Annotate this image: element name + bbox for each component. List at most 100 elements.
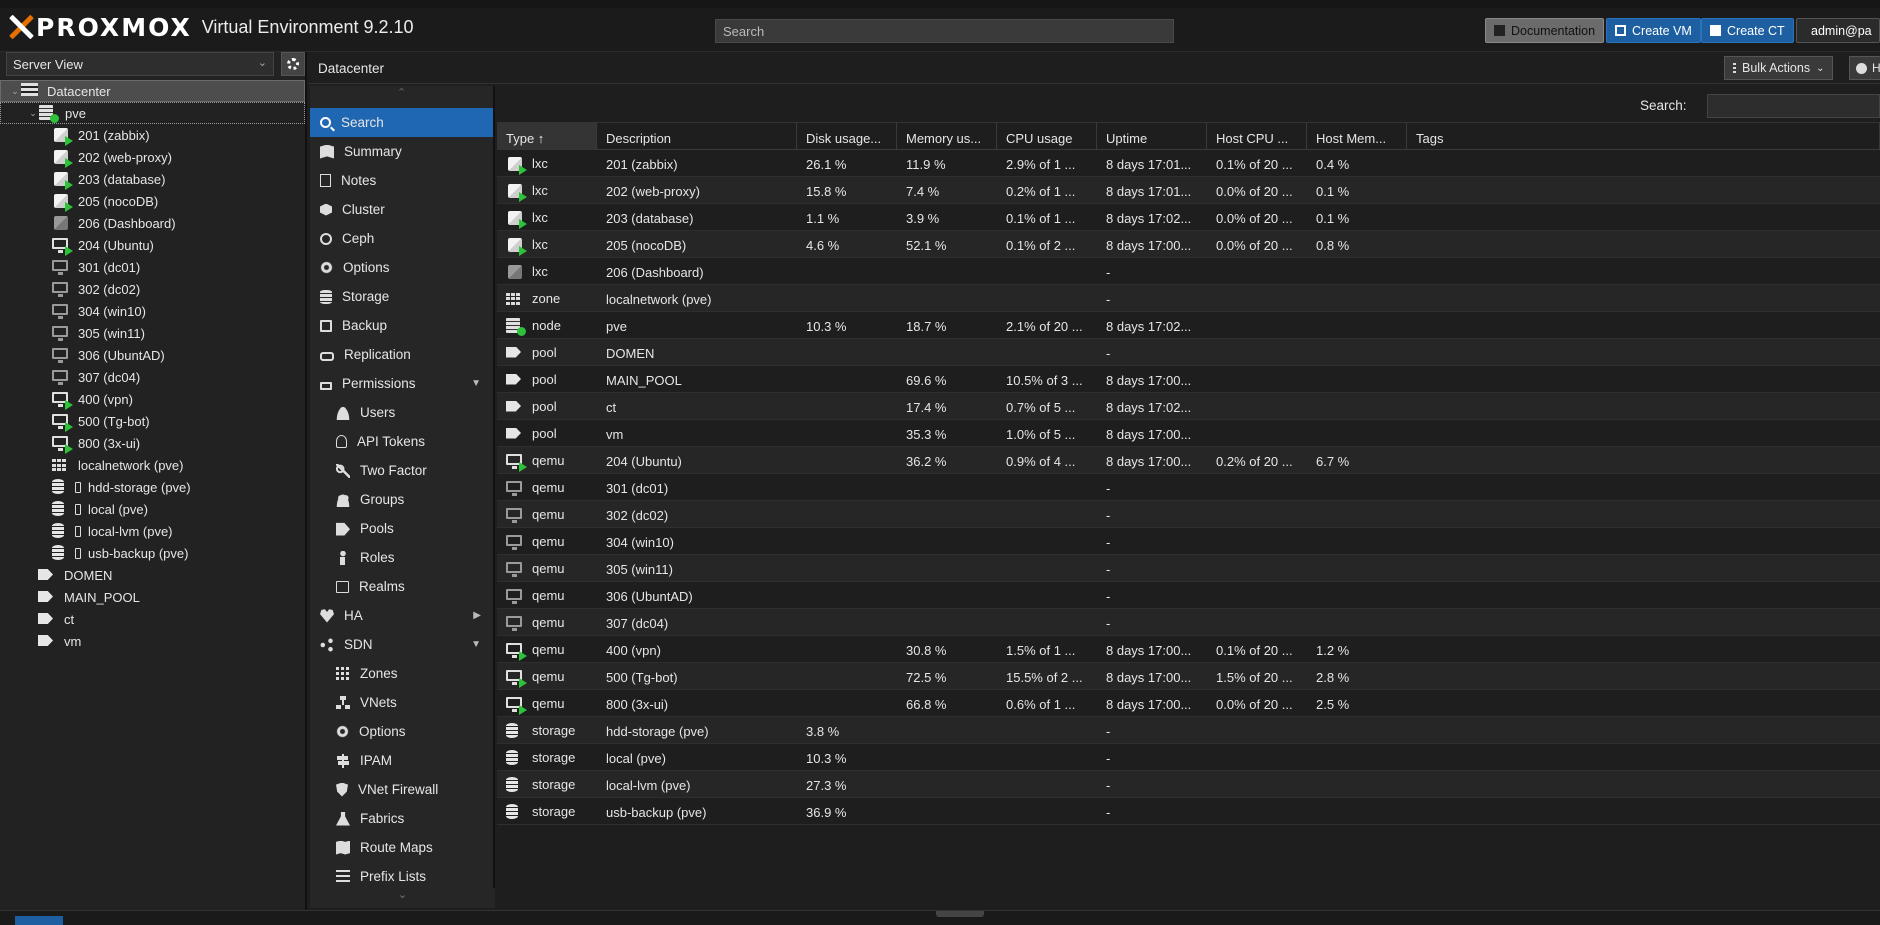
- table-row[interactable]: pool vm 35.3 % 1.0% of 5 ... 8 days 17:00...: [497, 420, 1880, 447]
- tree-item[interactable]: ⌄ Datacenter: [0, 80, 305, 102]
- tree-item[interactable]: local-lvm (pve): [0, 520, 305, 542]
- create-vm-button[interactable]: Create VM: [1606, 18, 1701, 43]
- tree-item[interactable]: hdd-storage (pve): [0, 476, 305, 498]
- nav-item-fabrics[interactable]: Fabrics: [310, 804, 493, 833]
- caret-right-icon[interactable]: ▶: [473, 610, 481, 621]
- table-row[interactable]: storage local-lvm (pve) 27.3 % -: [497, 771, 1880, 798]
- tree-item[interactable]: 202 (web-proxy): [0, 146, 305, 168]
- tree-item[interactable]: usb-backup (pve): [0, 542, 305, 564]
- table-row[interactable]: qemu 301 (dc01) -: [497, 474, 1880, 501]
- table-row[interactable]: qemu 302 (dc02) -: [497, 501, 1880, 528]
- nav-item-cluster[interactable]: Cluster: [310, 195, 493, 224]
- tree-item[interactable]: vm: [0, 630, 305, 652]
- tree-item[interactable]: DOMEN: [0, 564, 305, 586]
- nav-item-route-maps[interactable]: Route Maps: [310, 833, 493, 862]
- view-selector[interactable]: Server View ⌄: [6, 52, 274, 76]
- grid-search-input[interactable]: [1707, 94, 1880, 118]
- tree-item[interactable]: 306 (UbuntAD): [0, 344, 305, 366]
- tree-item[interactable]: 205 (nocoDB): [0, 190, 305, 212]
- column-header[interactable]: CPU usage: [997, 123, 1097, 151]
- table-row[interactable]: pool MAIN_POOL 69.6 % 10.5% of 3 ... 8 days …: [497, 366, 1880, 393]
- table-row[interactable]: storage local (pve) 10.3 % -: [497, 744, 1880, 771]
- nav-item-prefix-lists[interactable]: Prefix Lists: [310, 862, 493, 891]
- nav-item-search[interactable]: Search: [310, 108, 493, 137]
- nav-item-permissions[interactable]: Permissions ▼: [310, 369, 493, 398]
- nav-item-replication[interactable]: Replication: [310, 340, 493, 369]
- nav-item-pools[interactable]: Pools: [310, 514, 493, 543]
- column-header[interactable]: Tags: [1407, 123, 1880, 151]
- nav-item-roles[interactable]: Roles: [310, 543, 493, 572]
- bulk-actions-button[interactable]: Bulk Actions ⌄: [1724, 56, 1834, 80]
- column-header[interactable]: Host CPU ...: [1207, 123, 1307, 151]
- table-row[interactable]: qemu 304 (win10) -: [497, 528, 1880, 555]
- nav-item-ceph[interactable]: Ceph: [310, 224, 493, 253]
- scroll-down-icon[interactable]: ⌄: [310, 888, 495, 908]
- table-row[interactable]: qemu 500 (Tg-bot) 72.5 % 15.5% of 2 ... 8 da…: [497, 663, 1880, 690]
- tree-item[interactable]: local (pve): [0, 498, 305, 520]
- nav-item-zones[interactable]: Zones: [310, 659, 493, 688]
- table-row[interactable]: storage usb-backup (pve) 36.9 % -: [497, 798, 1880, 825]
- column-header[interactable]: Host Mem...: [1307, 123, 1407, 151]
- table-row[interactable]: qemu 204 (Ubuntu) 36.2 % 0.9% of 4 ... 8 day…: [497, 447, 1880, 474]
- tree-item[interactable]: 800 (3x-ui): [0, 432, 305, 454]
- tree-item[interactable]: ⌄ pve: [0, 102, 305, 124]
- column-header[interactable]: Disk usage...: [797, 123, 897, 151]
- tree-item[interactable]: 305 (win11): [0, 322, 305, 344]
- nav-item-summary[interactable]: Summary: [310, 137, 493, 166]
- table-row[interactable]: qemu 305 (win11) -: [497, 555, 1880, 582]
- documentation-button[interactable]: Documentation: [1485, 18, 1605, 43]
- tree-expander-icon[interactable]: ⌄: [27, 108, 39, 119]
- table-row[interactable]: qemu 800 (3x-ui) 66.8 % 0.6% of 1 ... 8 days…: [497, 690, 1880, 717]
- nav-item-options[interactable]: Options: [310, 253, 493, 282]
- table-row[interactable]: qemu 307 (dc04) -: [497, 609, 1880, 636]
- table-row[interactable]: node pve 10.3 % 18.7 % 2.1% of 20 ... 8 days …: [497, 312, 1880, 339]
- nav-item-groups[interactable]: Groups: [310, 485, 493, 514]
- caret-down-icon[interactable]: ▼: [471, 378, 481, 389]
- nav-item-two-factor[interactable]: Two Factor: [310, 456, 493, 485]
- tree-item[interactable]: 400 (vpn): [0, 388, 305, 410]
- help-button[interactable]: H: [1849, 56, 1880, 80]
- tree-item[interactable]: 206 (Dashboard): [0, 212, 305, 234]
- tree-item[interactable]: 500 (Tg-bot): [0, 410, 305, 432]
- create-ct-button[interactable]: Create CT: [1701, 18, 1794, 43]
- table-row[interactable]: lxc 205 (nocoDB) 4.6 % 52.1 % 0.1% of 2 ... 8…: [497, 231, 1880, 258]
- nav-item-realms[interactable]: Realms: [310, 572, 493, 601]
- user-menu-button[interactable]: admin@pa: [1796, 18, 1880, 43]
- nav-item-ipam[interactable]: IPAM: [310, 746, 493, 775]
- nav-item-vnet-firewall[interactable]: VNet Firewall: [310, 775, 493, 804]
- column-header[interactable]: Type ↑: [497, 123, 597, 151]
- tree-item[interactable]: 204 (Ubuntu): [0, 234, 305, 256]
- tree-item[interactable]: 304 (win10): [0, 300, 305, 322]
- nav-item-storage[interactable]: Storage: [310, 282, 493, 311]
- nav-item-notes[interactable]: Notes: [310, 166, 493, 195]
- table-row[interactable]: pool DOMEN -: [497, 339, 1880, 366]
- tree-item[interactable]: ct: [0, 608, 305, 630]
- table-row[interactable]: storage hdd-storage (pve) 3.8 % -: [497, 717, 1880, 744]
- tree-item[interactable]: localnetwork (pve): [0, 454, 305, 476]
- tree-settings-button[interactable]: [281, 52, 305, 76]
- nav-item-options[interactable]: Options: [310, 717, 493, 746]
- column-header[interactable]: Description: [597, 123, 797, 151]
- table-row[interactable]: qemu 400 (vpn) 30.8 % 1.5% of 1 ... 8 days 1…: [497, 636, 1880, 663]
- nav-item-sdn[interactable]: SDN ▼: [310, 630, 493, 659]
- table-row[interactable]: pool ct 17.4 % 0.7% of 5 ... 8 days 17:02...: [497, 393, 1880, 420]
- table-row[interactable]: qemu 306 (UbuntAD) -: [497, 582, 1880, 609]
- table-row[interactable]: lxc 206 (Dashboard) -: [497, 258, 1880, 285]
- caret-down-icon[interactable]: ▼: [471, 639, 481, 650]
- table-row[interactable]: lxc 201 (zabbix) 26.1 % 11.9 % 2.9% of 1 ...…: [497, 150, 1880, 177]
- table-row[interactable]: lxc 203 (database) 1.1 % 3.9 % 0.1% of 1 ...…: [497, 204, 1880, 231]
- log-panel-resize-handle[interactable]: [936, 911, 984, 917]
- table-row[interactable]: lxc 202 (web-proxy) 15.8 % 7.4 % 0.2% of 1 .…: [497, 177, 1880, 204]
- proxmox-logo[interactable]: PROXMOX Virtual Environment 9.2.10: [8, 13, 414, 42]
- tree-item[interactable]: 201 (zabbix): [0, 124, 305, 146]
- nav-item-vnets[interactable]: VNets: [310, 688, 493, 717]
- column-header[interactable]: Uptime: [1097, 123, 1207, 151]
- nav-item-users[interactable]: Users: [310, 398, 493, 427]
- log-panel-tab[interactable]: [15, 916, 63, 925]
- table-row[interactable]: zone localnetwork (pve) -: [497, 285, 1880, 312]
- tree-expander-icon[interactable]: ⌄: [9, 86, 21, 97]
- tree-item[interactable]: 301 (dc01): [0, 256, 305, 278]
- tree-item[interactable]: MAIN_POOL: [0, 586, 305, 608]
- global-search-input[interactable]: Search: [715, 19, 1174, 43]
- tree-item[interactable]: 302 (dc02): [0, 278, 305, 300]
